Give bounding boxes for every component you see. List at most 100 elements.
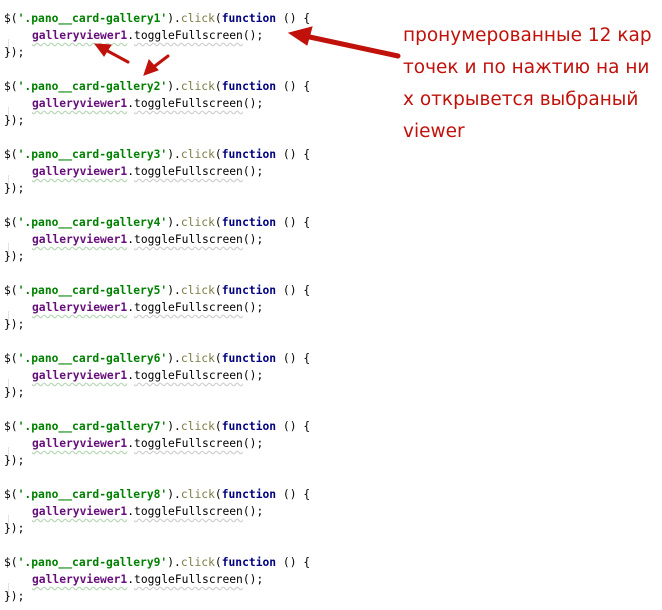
code-punct: ();	[242, 29, 264, 42]
code-punct: ).	[167, 284, 181, 297]
code-block-3: $('.pano__card-gallery3').click(function…	[4, 146, 310, 197]
code-line-click-handler: $('.pano__card-gallery7').click(function…	[4, 418, 310, 435]
code-line-close: });	[4, 588, 310, 605]
code-method: toggleFullscreen	[134, 437, 243, 450]
code-punct: (	[214, 216, 222, 229]
code-function-keyword: function	[221, 80, 277, 93]
code-click: click	[180, 488, 215, 501]
code-punct: ).	[167, 420, 181, 433]
code-block-end: });	[4, 386, 25, 399]
code-line-click-handler: $('.pano__card-gallery9').click(function…	[4, 554, 310, 571]
code-method: toggleFullscreen	[134, 369, 243, 382]
code-viewer-var: galleryviewer1	[32, 301, 128, 314]
code-line-body: galleryviewer1.toggleFullscreen();	[4, 503, 310, 532]
code-punct: ();	[242, 165, 264, 178]
code-function-keyword: function	[221, 420, 277, 433]
code-viewer-var: galleryviewer1	[32, 505, 128, 518]
code-punct: ).	[167, 216, 181, 229]
code-block-end: });	[4, 182, 25, 195]
code-dollar: $(	[4, 352, 18, 365]
code-line-body: galleryviewer1.toggleFullscreen();	[4, 571, 310, 600]
code-line-click-handler: $('.pano__card-gallery3').click(function…	[4, 146, 310, 163]
code-selector: '.pano__card-gallery8'	[17, 488, 168, 501]
code-punct: (	[214, 148, 222, 161]
code-block-6: $('.pano__card-gallery6').click(function…	[4, 350, 310, 401]
code-line-click-handler: $('.pano__card-gallery4').click(function…	[4, 214, 310, 231]
code-block-9: $('.pano__card-gallery9').click(function…	[4, 554, 310, 605]
code-punct: () {	[276, 420, 311, 433]
code-line-close: });	[4, 112, 310, 129]
code-punct: ();	[242, 301, 264, 314]
code-punct: () {	[276, 556, 311, 569]
code-block-end: });	[4, 250, 25, 263]
code-punct: .	[127, 233, 135, 246]
code-punct: .	[127, 573, 135, 586]
code-block-1: $('.pano__card-gallery1').click(function…	[4, 10, 310, 61]
code-punct: ();	[242, 505, 264, 518]
code-line-click-handler: $('.pano__card-gallery1').click(function…	[4, 10, 310, 27]
code-line-click-handler: $('.pano__card-gallery5').click(function…	[4, 282, 310, 299]
code-punct: ).	[167, 12, 181, 25]
code-function-keyword: function	[221, 216, 277, 229]
code-block-end: });	[4, 318, 25, 331]
code-block-end: });	[4, 454, 25, 467]
code-click: click	[180, 148, 215, 161]
code-punct: ).	[167, 352, 181, 365]
code-punct: .	[127, 301, 135, 314]
code-function-keyword: function	[221, 284, 277, 297]
code-selector: '.pano__card-gallery1'	[17, 12, 168, 25]
code-punct: .	[127, 97, 135, 110]
code-click: click	[180, 352, 215, 365]
code-punct: () {	[276, 80, 311, 93]
code-punct: (	[214, 80, 222, 93]
code-line-close: });	[4, 452, 310, 469]
code-block-5: $('.pano__card-gallery5').click(function…	[4, 282, 310, 333]
code-method: toggleFullscreen	[134, 97, 243, 110]
code-punct: .	[127, 505, 135, 518]
code-block-8: $('.pano__card-gallery8').click(function…	[4, 486, 310, 537]
code-punct: (	[214, 12, 222, 25]
code-click: click	[180, 80, 215, 93]
code-line-body: galleryviewer1.toggleFullscreen();	[4, 367, 310, 396]
code-punct: .	[127, 29, 135, 42]
code-block-end: });	[4, 522, 25, 535]
code-punct: ();	[242, 233, 264, 246]
code-function-keyword: function	[221, 148, 277, 161]
code-punct: (	[214, 488, 222, 501]
code-function-keyword: function	[221, 352, 277, 365]
code-click: click	[180, 12, 215, 25]
code-viewer-var: galleryviewer1	[32, 369, 128, 382]
code-dollar: $(	[4, 556, 18, 569]
code-click: click	[180, 556, 215, 569]
code-viewer-var: galleryviewer1	[32, 437, 128, 450]
code-punct: (	[214, 352, 222, 365]
code-punct: ();	[242, 573, 264, 586]
code-selector: '.pano__card-gallery2'	[17, 80, 168, 93]
code-function-keyword: function	[221, 556, 277, 569]
code-selector: '.pano__card-gallery9'	[17, 556, 168, 569]
code-line-close: });	[4, 248, 310, 265]
code-method: toggleFullscreen	[134, 29, 243, 42]
code-block-end: });	[4, 114, 25, 127]
code-punct: ();	[242, 97, 264, 110]
code-line-close: });	[4, 520, 310, 537]
code-method: toggleFullscreen	[134, 505, 243, 518]
code-viewer-var: galleryviewer1	[32, 29, 128, 42]
code-click: click	[180, 216, 215, 229]
code-line-body: galleryviewer1.toggleFullscreen();	[4, 95, 310, 124]
arrow-small-2-head	[143, 59, 159, 76]
code-dollar: $(	[4, 488, 18, 501]
code-punct: () {	[276, 488, 311, 501]
code-viewer-var: galleryviewer1	[32, 165, 128, 178]
code-line-click-handler: $('.pano__card-gallery8').click(function…	[4, 486, 310, 503]
code-method: toggleFullscreen	[134, 233, 243, 246]
code-click: click	[180, 420, 215, 433]
code-punct: .	[127, 165, 135, 178]
code-editor: $('.pano__card-gallery1').click(function…	[4, 10, 384, 603]
code-punct: ).	[167, 148, 181, 161]
code-block-4: $('.pano__card-gallery4').click(function…	[4, 214, 310, 265]
code-selector: '.pano__card-gallery4'	[17, 216, 168, 229]
code-punct: ).	[167, 488, 181, 501]
code-punct: () {	[276, 12, 311, 25]
code-selector: '.pano__card-gallery5'	[17, 284, 168, 297]
